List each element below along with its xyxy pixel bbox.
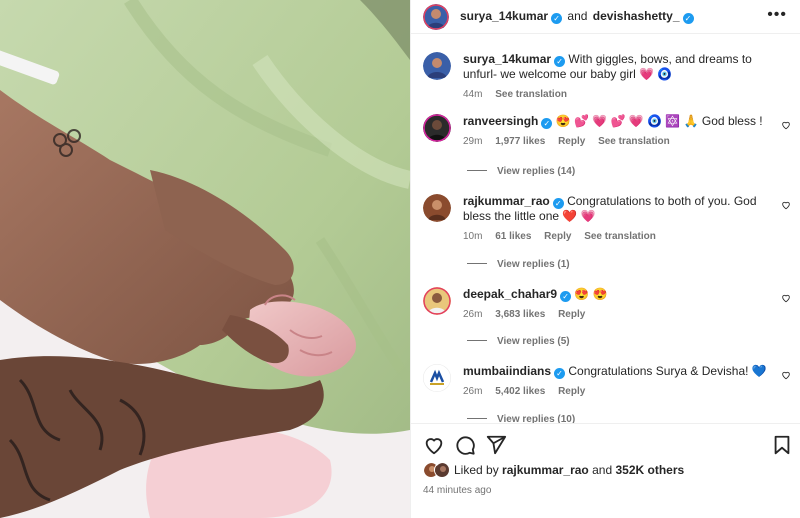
liked-by-user[interactable]: rajkummar_rao	[502, 463, 589, 477]
comment-like-heart-icon[interactable]	[781, 200, 791, 210]
caption-avatar[interactable]	[423, 52, 451, 80]
liked-by-and: and	[592, 463, 613, 477]
view-replies-label: View replies (1)	[497, 259, 570, 270]
comment-time: 29m	[463, 136, 483, 147]
avatar-image	[423, 114, 451, 142]
verified-icon: ✓	[552, 198, 564, 209]
share-icon[interactable]	[485, 434, 507, 456]
see-translation-link[interactable]: See translation	[584, 231, 656, 242]
comment-username[interactable]: deepak_chahar9	[463, 287, 557, 301]
caption-text: surya_14kumar ✓ With giggles, bows, and d…	[463, 52, 775, 82]
post-photo[interactable]	[0, 0, 410, 518]
comment-time: 26m	[463, 309, 483, 320]
verified-icon: ✓	[541, 118, 553, 129]
see-translation-link[interactable]: See translation	[598, 136, 670, 147]
comment-icon[interactable]	[454, 434, 476, 456]
avatar-image	[423, 287, 451, 315]
comment-avatar[interactable]	[423, 364, 451, 392]
reply-button[interactable]: Reply	[558, 309, 585, 320]
reply-button[interactable]: Reply	[544, 231, 571, 242]
author-username[interactable]: surya_14kumar	[460, 9, 548, 23]
verified-icon: ✓	[554, 368, 566, 379]
liked-by-prefix: Liked by	[454, 463, 499, 477]
baby-hand-photo	[0, 0, 410, 518]
comment-likes[interactable]: 5,402 likes	[495, 386, 545, 397]
verified-icon: ✓	[551, 13, 563, 24]
comment-username[interactable]: mumbaiindians	[463, 364, 551, 378]
caption-meta: 44m See translation	[463, 89, 775, 100]
view-replies-button[interactable]: View replies (5)	[467, 336, 570, 347]
more-options-icon[interactable]: •••	[767, 6, 787, 24]
post-timestamp[interactable]: 44 minutes ago	[423, 485, 491, 496]
caption-time: 44m	[463, 89, 483, 100]
avatar-image	[423, 364, 451, 392]
comment-like-heart-icon[interactable]	[781, 293, 791, 303]
replies-dash	[467, 340, 487, 341]
bookmark-icon[interactable]	[771, 434, 793, 456]
comment-likes[interactable]: 1,977 likes	[495, 136, 545, 147]
caption-username[interactable]: surya_14kumar	[463, 52, 551, 66]
reply-button[interactable]: Reply	[558, 386, 585, 397]
coauthor-username[interactable]: devishashetty_	[593, 9, 680, 23]
liked-by-text: Liked by rajkummar_rao and 352K others	[454, 463, 684, 477]
verified-icon: ✓	[560, 291, 572, 302]
comment-avatar[interactable]	[423, 194, 451, 222]
header-usernames: surya_14kumar ✓ and devishashetty_ ✓	[460, 9, 694, 24]
comment-username[interactable]: rajkummar_rao	[463, 194, 550, 208]
comment-avatar[interactable]	[423, 114, 451, 142]
view-replies-label: View replies (10)	[497, 414, 576, 423]
avatar-image	[423, 52, 451, 80]
replies-dash	[467, 170, 487, 171]
avatar-image	[423, 194, 451, 222]
view-replies-label: View replies (14)	[497, 166, 576, 177]
liked-by-others[interactable]: 352K others	[615, 463, 684, 477]
see-translation-link[interactable]: See translation	[495, 89, 567, 100]
comment-text: Congratulations Surya & Devisha! 💙	[568, 364, 767, 378]
comment-like-heart-icon[interactable]	[781, 120, 791, 130]
avatar-image	[435, 463, 449, 477]
liked-by: Liked by rajkummar_rao and 352K others	[423, 462, 684, 478]
comment-like-heart-icon[interactable]	[781, 370, 791, 380]
comment-text: 😍 💕 💗 💕 💗 🧿 🔯 🙏 God bless !	[555, 114, 763, 128]
comments-list[interactable]: surya_14kumar ✓ With giggles, bows, and d…	[411, 34, 800, 423]
heart-icon[interactable]	[423, 434, 445, 456]
author-avatar[interactable]	[423, 3, 449, 30]
comment-likes[interactable]: 3,683 likes	[495, 309, 545, 320]
comment-text: 😍 😍	[574, 287, 608, 301]
verified-icon: ✓	[682, 13, 694, 24]
comment-time: 26m	[463, 386, 483, 397]
view-replies-button[interactable]: View replies (10)	[467, 414, 575, 423]
verified-icon: ✓	[554, 56, 566, 67]
header-and: and	[567, 9, 588, 23]
post-side-panel: surya_14kumar ✓ and devishashetty_ ✓ ••• s…	[410, 0, 800, 518]
comment-likes[interactable]: 61 likes	[495, 231, 531, 242]
avatar-image	[423, 3, 449, 30]
comment-time: 10m	[463, 231, 483, 242]
liker-avatar[interactable]	[434, 462, 450, 478]
instagram-post: surya_14kumar ✓ and devishashetty_ ✓ ••• s…	[0, 0, 800, 518]
post-header: surya_14kumar ✓ and devishashetty_ ✓ •••	[411, 0, 800, 34]
view-replies-label: View replies (5)	[497, 336, 570, 347]
action-bar	[411, 423, 800, 463]
comment-avatar[interactable]	[423, 287, 451, 315]
reply-button[interactable]: Reply	[558, 136, 585, 147]
replies-dash	[467, 263, 487, 264]
view-replies-button[interactable]: View replies (14)	[467, 166, 575, 177]
replies-dash	[467, 418, 487, 419]
view-replies-button[interactable]: View replies (1)	[467, 259, 570, 270]
comment-username[interactable]: ranveersingh	[463, 114, 538, 128]
